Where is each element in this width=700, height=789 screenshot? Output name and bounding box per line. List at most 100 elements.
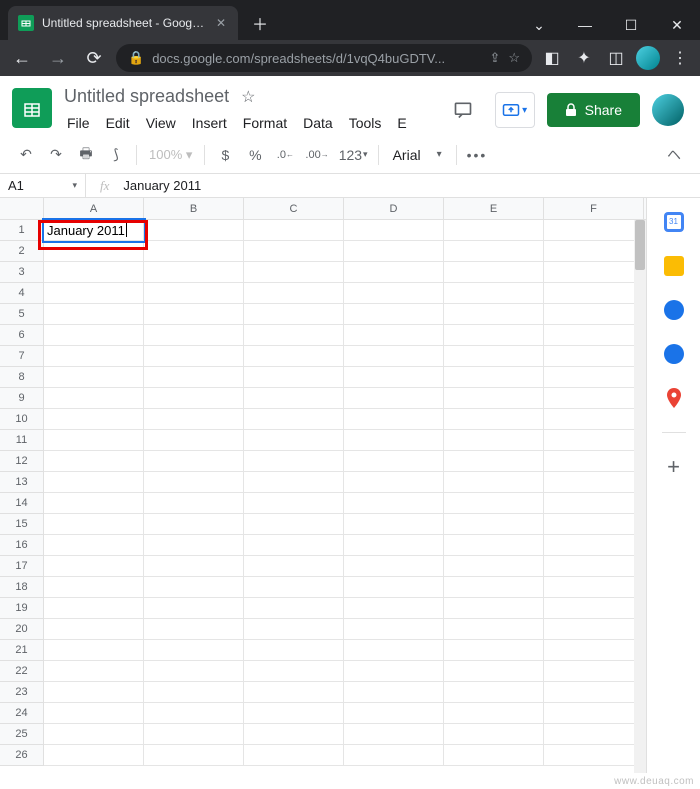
row-header[interactable]: 24: [0, 703, 44, 724]
cell[interactable]: [144, 262, 244, 283]
menu-format[interactable]: Format: [236, 111, 294, 135]
cell[interactable]: [544, 367, 644, 388]
cell[interactable]: [344, 325, 444, 346]
cell[interactable]: [44, 640, 144, 661]
row-header[interactable]: 6: [0, 325, 44, 346]
cell[interactable]: [244, 304, 344, 325]
cell[interactable]: [544, 556, 644, 577]
cell[interactable]: [544, 745, 644, 766]
name-box[interactable]: A1 ▾: [0, 174, 86, 197]
cell[interactable]: [344, 304, 444, 325]
cell[interactable]: [144, 346, 244, 367]
back-button[interactable]: ←: [8, 44, 36, 72]
row-header[interactable]: 16: [0, 535, 44, 556]
column-header[interactable]: E: [444, 198, 544, 219]
cell[interactable]: [344, 598, 444, 619]
cell[interactable]: [244, 724, 344, 745]
cell[interactable]: [444, 514, 544, 535]
reload-button[interactable]: ⟳: [80, 44, 108, 72]
cell[interactable]: [544, 346, 644, 367]
cell[interactable]: [444, 325, 544, 346]
column-header[interactable]: F: [544, 198, 644, 219]
cell[interactable]: [244, 283, 344, 304]
forward-button[interactable]: →: [44, 44, 72, 72]
menu-data[interactable]: Data: [296, 111, 340, 135]
minimize-button[interactable]: —: [562, 10, 608, 40]
cell[interactable]: [544, 388, 644, 409]
increase-decimal-button[interactable]: .00→: [301, 142, 332, 168]
cell[interactable]: [444, 661, 544, 682]
cell[interactable]: [344, 556, 444, 577]
cell[interactable]: [544, 283, 644, 304]
cell[interactable]: [44, 535, 144, 556]
row-header[interactable]: 13: [0, 472, 44, 493]
cell[interactable]: [444, 556, 544, 577]
cell[interactable]: [444, 472, 544, 493]
cell[interactable]: [344, 220, 444, 241]
row-header[interactable]: 15: [0, 514, 44, 535]
more-formats-button[interactable]: 123▾: [335, 142, 372, 168]
cell[interactable]: [344, 493, 444, 514]
menu-tools[interactable]: Tools: [342, 111, 389, 135]
cell[interactable]: [144, 430, 244, 451]
cell[interactable]: [244, 409, 344, 430]
cell[interactable]: [344, 682, 444, 703]
cell[interactable]: [444, 619, 544, 640]
tasks-icon[interactable]: [664, 300, 684, 320]
cell[interactable]: [44, 598, 144, 619]
extension-icon[interactable]: ◧: [540, 46, 564, 70]
cell[interactable]: [544, 220, 644, 241]
cell[interactable]: [244, 388, 344, 409]
close-icon[interactable]: ✕: [214, 16, 228, 30]
maximize-button[interactable]: ☐: [608, 10, 654, 40]
cell[interactable]: [144, 472, 244, 493]
cell[interactable]: [544, 304, 644, 325]
row-header[interactable]: 2: [0, 241, 44, 262]
vertical-scrollbar[interactable]: [634, 220, 646, 773]
cell[interactable]: [344, 262, 444, 283]
profile-avatar-icon[interactable]: [636, 46, 660, 70]
cell[interactable]: [444, 283, 544, 304]
spreadsheet-grid[interactable]: ABCDEF1January 2011234567891011121314151…: [0, 198, 646, 773]
row-header[interactable]: 22: [0, 661, 44, 682]
bookmark-icon[interactable]: ☆: [508, 50, 520, 66]
add-button[interactable]: +: [664, 457, 684, 477]
share-url-icon[interactable]: ⇪: [489, 50, 500, 66]
menu-file[interactable]: File: [60, 111, 97, 135]
cell[interactable]: [544, 241, 644, 262]
user-avatar[interactable]: [652, 94, 684, 126]
cell[interactable]: [44, 325, 144, 346]
cell[interactable]: [144, 724, 244, 745]
cell[interactable]: [244, 556, 344, 577]
row-header[interactable]: 14: [0, 493, 44, 514]
cell[interactable]: [244, 325, 344, 346]
cell[interactable]: [444, 577, 544, 598]
cell[interactable]: [344, 577, 444, 598]
cell[interactable]: [44, 493, 144, 514]
column-header[interactable]: D: [344, 198, 444, 219]
cell[interactable]: [344, 661, 444, 682]
collapse-toolbar-button[interactable]: ヘ: [660, 142, 688, 168]
cell[interactable]: [344, 283, 444, 304]
cell[interactable]: [444, 535, 544, 556]
cell[interactable]: [144, 556, 244, 577]
cell[interactable]: [44, 304, 144, 325]
menu-insert[interactable]: Insert: [185, 111, 234, 135]
cell[interactable]: [144, 220, 244, 241]
cell[interactable]: [344, 472, 444, 493]
cell[interactable]: [344, 451, 444, 472]
cell[interactable]: [444, 493, 544, 514]
cell[interactable]: [544, 661, 644, 682]
cell[interactable]: [544, 598, 644, 619]
maps-icon[interactable]: [664, 388, 684, 408]
cell[interactable]: [44, 703, 144, 724]
row-header[interactable]: 20: [0, 619, 44, 640]
cell[interactable]: [244, 745, 344, 766]
cell[interactable]: [344, 745, 444, 766]
share-button[interactable]: Share: [547, 93, 640, 127]
cell[interactable]: [244, 661, 344, 682]
cell[interactable]: [44, 682, 144, 703]
cell[interactable]: [144, 640, 244, 661]
row-header[interactable]: 9: [0, 388, 44, 409]
font-select[interactable]: Arial ▾: [385, 147, 450, 163]
